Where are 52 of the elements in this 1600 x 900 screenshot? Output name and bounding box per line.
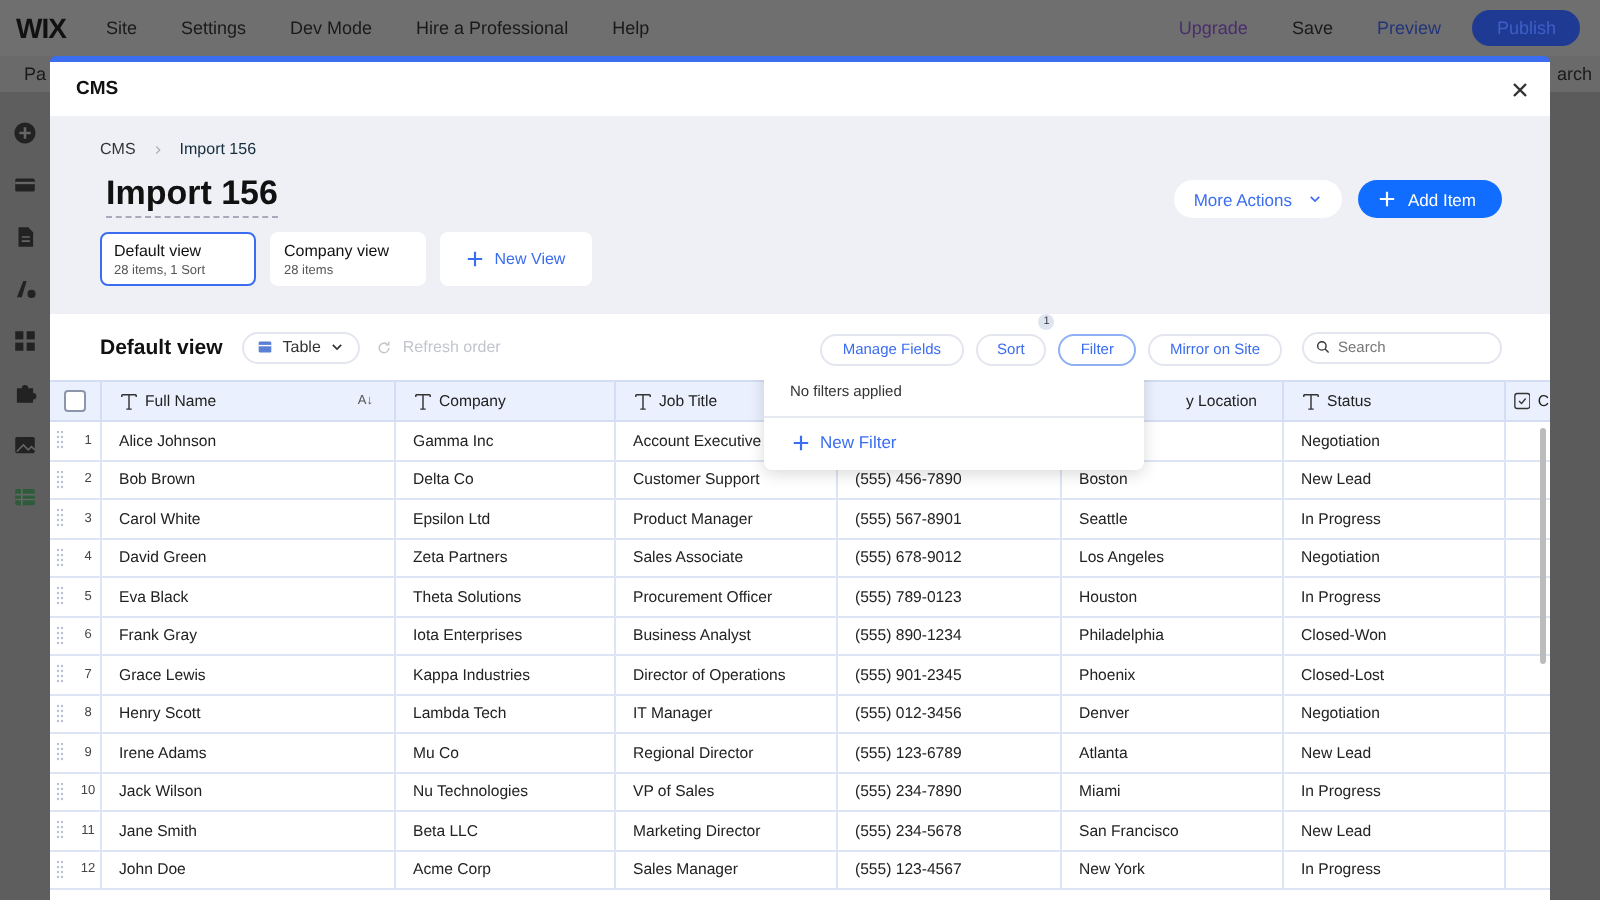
sub-bar-label[interactable]: arch bbox=[1556, 64, 1592, 84]
chevron-down-icon bbox=[330, 340, 345, 354]
menu-item[interactable]: Help bbox=[612, 18, 650, 38]
drag-handle-icon[interactable] bbox=[56, 664, 64, 685]
plus-icon bbox=[466, 250, 485, 268]
refresh-icon bbox=[376, 339, 393, 355]
text-field-icon bbox=[119, 392, 137, 410]
image-icon[interactable] bbox=[12, 432, 38, 458]
chevron-down-icon bbox=[1307, 192, 1322, 206]
text-field-icon bbox=[633, 392, 651, 410]
view-title: Default view bbox=[100, 335, 223, 359]
menu-item[interactable]: Hire a Professional bbox=[416, 18, 569, 38]
apps-grid-icon[interactable] bbox=[12, 328, 38, 354]
plus-icon bbox=[792, 433, 810, 451]
menu-item[interactable]: Site bbox=[105, 18, 137, 38]
drag-handle-icon[interactable] bbox=[56, 547, 64, 568]
text-field-icon bbox=[1301, 392, 1319, 410]
drag-handle-icon[interactable] bbox=[56, 508, 64, 529]
drag-handle-icon[interactable] bbox=[56, 469, 64, 490]
new-filter-button[interactable]: New Filter bbox=[764, 418, 925, 470]
save-link[interactable]: Save bbox=[1291, 18, 1333, 38]
drag-handle-icon[interactable] bbox=[56, 703, 64, 724]
drag-handle-icon[interactable] bbox=[56, 781, 64, 802]
menu-item[interactable]: Dev Mode bbox=[290, 18, 373, 38]
chevron-right-icon bbox=[151, 143, 164, 155]
drag-handle-icon[interactable] bbox=[56, 742, 64, 763]
logo[interactable]: WIX bbox=[16, 12, 66, 44]
plus-icon bbox=[1377, 190, 1396, 208]
breadcrumb-item[interactable]: CMS bbox=[100, 140, 136, 158]
close-icon[interactable] bbox=[1508, 77, 1532, 101]
drag-handle-icon[interactable] bbox=[56, 625, 64, 646]
plus-circle-icon[interactable] bbox=[12, 120, 38, 146]
drag-handle-icon[interactable] bbox=[56, 586, 64, 607]
menu-item[interactable]: Settings bbox=[180, 18, 246, 38]
more-actions-button[interactable]: More Actions bbox=[1173, 180, 1342, 218]
breadcrumb-item: Import 156 bbox=[179, 140, 257, 158]
page-heading[interactable]: Import 156 bbox=[106, 174, 278, 218]
sub-bar-label[interactable]: Pa bbox=[24, 64, 47, 84]
select-all-checkbox[interactable] bbox=[63, 390, 86, 412]
drag-handle-icon[interactable] bbox=[56, 820, 64, 841]
drag-handle-icon[interactable] bbox=[56, 430, 64, 451]
text-field-icon bbox=[413, 392, 431, 410]
table-icon[interactable] bbox=[12, 484, 38, 510]
new-view-button[interactable]: New View bbox=[440, 232, 592, 286]
checkbox-field-icon bbox=[1513, 392, 1530, 410]
scrollbar[interactable] bbox=[1540, 428, 1546, 664]
layout-dropdown[interactable]: Table bbox=[242, 331, 361, 363]
drag-handle-icon[interactable] bbox=[56, 859, 64, 880]
dialog-title: CMS bbox=[76, 78, 119, 100]
puzzle-icon[interactable] bbox=[12, 380, 38, 406]
add-item-button[interactable]: Add Item bbox=[1357, 180, 1502, 218]
table-icon bbox=[258, 340, 273, 354]
